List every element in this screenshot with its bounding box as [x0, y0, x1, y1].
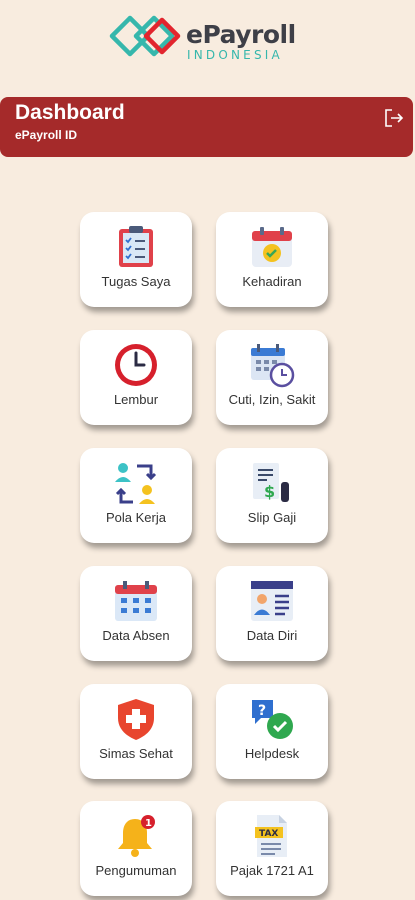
brand-name: ePayroll — [186, 20, 296, 49]
menu-label: Helpdesk — [244, 746, 300, 761]
menu-data-diri[interactable]: Data Diri — [216, 566, 328, 661]
menu-label: Pajak 1721 A1 — [230, 863, 314, 878]
menu-label: Slip Gaji — [247, 510, 297, 525]
dashboard-header: Dashboard ePayroll ID — [0, 97, 413, 157]
clipboard-checklist-icon — [119, 226, 153, 267]
menu-kehadiran[interactable]: Kehadiran — [216, 212, 328, 307]
menu-pengumuman[interactable]: 1 Pengumuman — [80, 801, 192, 896]
calendar-clock-icon — [251, 344, 295, 388]
menu-label: Data Absen — [102, 628, 170, 643]
bell-icon: 1 — [118, 815, 155, 857]
calendar-grid-icon — [115, 581, 157, 621]
menu-label: Data Diri — [246, 628, 298, 643]
chat-help-icon: ? — [252, 700, 293, 739]
logout-icon[interactable] — [383, 107, 405, 129]
menu-label: Kehadiran — [242, 274, 302, 289]
profile-card-icon — [251, 581, 293, 621]
svg-text:?: ? — [258, 703, 266, 719]
calendar-check-icon — [252, 227, 292, 267]
page-title: Dashboard — [15, 101, 125, 124]
menu-label: Tugas Saya — [101, 274, 171, 289]
menu-pajak-1721-a1[interactable]: TAX Pajak 1721 A1 — [216, 801, 328, 896]
menu-simas-sehat[interactable]: Simas Sehat — [80, 684, 192, 779]
menu-tugas-saya[interactable]: Tugas Saya — [80, 212, 192, 307]
menu-helpdesk[interactable]: ? Helpdesk — [216, 684, 328, 779]
menu-label: Pengumuman — [95, 863, 177, 878]
menu-label: Lembur — [113, 392, 159, 407]
menu-cuti-izin-sakit[interactable]: Cuti, Izin, Sakit — [216, 330, 328, 425]
menu-pola-kerja[interactable]: Pola Kerja — [80, 448, 192, 543]
menu-label: Cuti, Izin, Sakit — [228, 392, 316, 407]
notification-badge: 1 — [145, 818, 152, 829]
menu-data-absen[interactable]: Data Absen — [80, 566, 192, 661]
menu-label: Simas Sehat — [99, 746, 173, 761]
tax-label: TAX — [259, 829, 278, 839]
svg-text:$: $ — [264, 482, 275, 501]
brand-header: ePayroll INDONESIA — [0, 0, 415, 90]
medical-shield-icon — [118, 699, 154, 740]
menu-slip-gaji[interactable]: $ Slip Gaji — [216, 448, 328, 543]
shift-swap-icon — [115, 463, 157, 504]
menu-label: Pola Kerja — [106, 510, 166, 525]
tax-document-icon: TAX — [255, 815, 287, 857]
clock-icon — [115, 344, 157, 386]
page-subtitle: ePayroll ID — [15, 128, 78, 142]
menu-lembur[interactable]: Lembur — [80, 330, 192, 425]
brand-subtitle: INDONESIA — [187, 48, 283, 62]
payslip-icon: $ — [253, 463, 289, 502]
epayroll-logo-icon — [109, 15, 181, 57]
